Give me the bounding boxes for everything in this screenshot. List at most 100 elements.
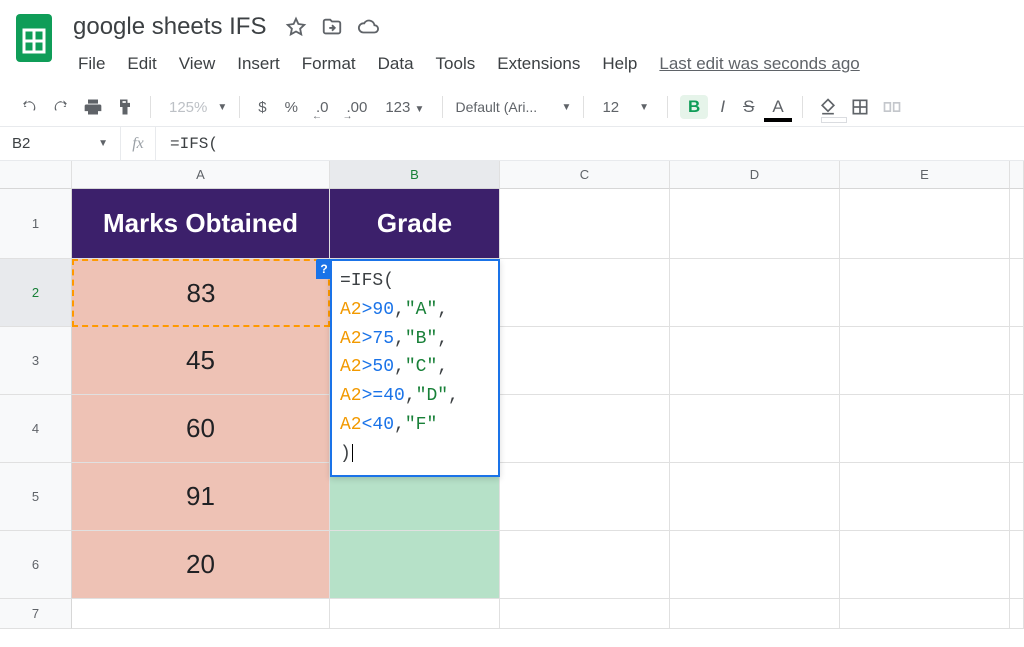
document-title[interactable]: google sheets IFS [68,10,271,44]
menu-data[interactable]: Data [368,50,424,78]
cell-overflow [1010,531,1024,599]
tok-str: "D" [416,386,448,406]
cell-D3[interactable] [670,327,840,395]
increase-decimal-button[interactable]: .00 → [340,97,373,118]
font-selector[interactable]: Default (Ari... ▼ [455,99,571,115]
menu-view[interactable]: View [169,50,226,78]
menu-format[interactable]: Format [292,50,366,78]
merge-cells-button[interactable] [879,94,905,120]
cell-C2[interactable] [500,259,670,327]
tok-op: < [362,415,373,435]
formula-bar[interactable]: =IFS( [156,131,1024,157]
chevron-down-icon: ▼ [98,138,108,149]
cell-C4[interactable] [500,395,670,463]
menu-insert[interactable]: Insert [227,50,290,78]
cell-C6[interactable] [500,531,670,599]
tok-op: >= [362,386,384,406]
tok-punc: , [437,300,448,320]
cell-D7[interactable] [670,599,840,629]
more-formats-button[interactable]: 123 ▼ [379,97,430,118]
cell-A1[interactable]: Marks Obtained [72,189,330,259]
row-header-7[interactable]: 7 [0,599,72,629]
tok-ref: A2 [340,415,362,435]
select-all-corner[interactable] [0,161,72,189]
redo-icon[interactable] [48,94,74,120]
cell-E2[interactable] [840,259,1010,327]
cell-B1[interactable]: Grade [330,189,500,259]
menu-extensions[interactable]: Extensions [487,50,590,78]
print-icon[interactable] [80,94,106,120]
cell-A6[interactable]: 20 [72,531,330,599]
col-header-E[interactable]: E [840,161,1010,189]
cell-E3[interactable] [840,327,1010,395]
chevron-down-icon: ▼ [415,104,425,115]
paint-format-icon[interactable] [112,94,138,120]
cell-C3[interactable] [500,327,670,395]
row-header-3[interactable]: 3 [0,327,72,395]
name-box[interactable]: B2 ▼ [0,131,120,156]
cell-E6[interactable] [840,531,1010,599]
format-currency-button[interactable]: $ [252,97,272,118]
cell-C7[interactable] [500,599,670,629]
cell-E5[interactable] [840,463,1010,531]
fill-color-button[interactable] [815,94,841,120]
decrease-decimal-button[interactable]: .0 ← [310,97,335,118]
borders-button[interactable] [847,94,873,120]
formula-cell-editor[interactable]: =IFS( A2>90,"A", A2>75,"B", A2>50,"C", A… [330,259,500,477]
menu-file[interactable]: File [68,50,115,78]
cell-overflow [1010,327,1024,395]
menu-help[interactable]: Help [592,50,647,78]
cell-overflow [1010,189,1024,259]
cell-E7[interactable] [840,599,1010,629]
font-name: Default (Ari... [455,99,537,115]
cell-E1[interactable] [840,189,1010,259]
last-edit-link[interactable]: Last edit was seconds ago [649,50,869,78]
menu-edit[interactable]: Edit [117,50,166,78]
row-header-4[interactable]: 4 [0,395,72,463]
row-header-2[interactable]: 2 [0,259,72,327]
text-caret [352,444,353,462]
sheets-logo-icon[interactable] [12,10,56,66]
cell-A5[interactable]: 91 [72,463,330,531]
strikethrough-button[interactable]: S [737,95,760,119]
cell-A2[interactable]: 83 [72,259,330,327]
cell-D5[interactable] [670,463,840,531]
cell-B7[interactable] [330,599,500,629]
menu-tools[interactable]: Tools [426,50,486,78]
undo-icon[interactable] [16,94,42,120]
col-header-B[interactable]: B [330,161,500,189]
cell-A3[interactable]: 45 [72,327,330,395]
italic-button[interactable]: I [714,95,731,119]
col-header-D[interactable]: D [670,161,840,189]
cell-D6[interactable] [670,531,840,599]
row-header-6[interactable]: 6 [0,531,72,599]
zoom-selector[interactable]: 125% ▼ [163,97,227,118]
cell-C1[interactable] [500,189,670,259]
cell-A7[interactable] [72,599,330,629]
tok-ref: A2 [340,357,362,377]
cloud-status-icon[interactable] [357,16,379,38]
cell-C5[interactable] [500,463,670,531]
star-icon[interactable] [285,16,307,38]
cell-B6[interactable] [330,531,500,599]
formula-help-icon[interactable]: ? [316,259,332,279]
row-header-1[interactable]: 1 [0,189,72,259]
format-percent-button[interactable]: % [279,97,304,118]
toolbar-separator [583,96,584,118]
cell-A4[interactable]: 60 [72,395,330,463]
tok-func: =IFS( [340,271,394,291]
row-header-5[interactable]: 5 [0,463,72,531]
bold-button[interactable]: B [680,95,708,119]
cell-D1[interactable] [670,189,840,259]
move-to-folder-icon[interactable] [321,16,343,38]
tok-str: "A" [405,300,437,320]
spreadsheet-grid[interactable]: A B C D E 1 Marks Obtained Grade 2 83 3 … [0,161,1024,629]
col-header-A[interactable]: A [72,161,330,189]
cell-D2[interactable] [670,259,840,327]
tok-num: 90 [372,300,394,320]
font-size-selector[interactable]: 12 ▼ [596,97,655,118]
cell-E4[interactable] [840,395,1010,463]
cell-D4[interactable] [670,395,840,463]
col-header-C[interactable]: C [500,161,670,189]
text-color-button[interactable]: A [766,95,789,119]
